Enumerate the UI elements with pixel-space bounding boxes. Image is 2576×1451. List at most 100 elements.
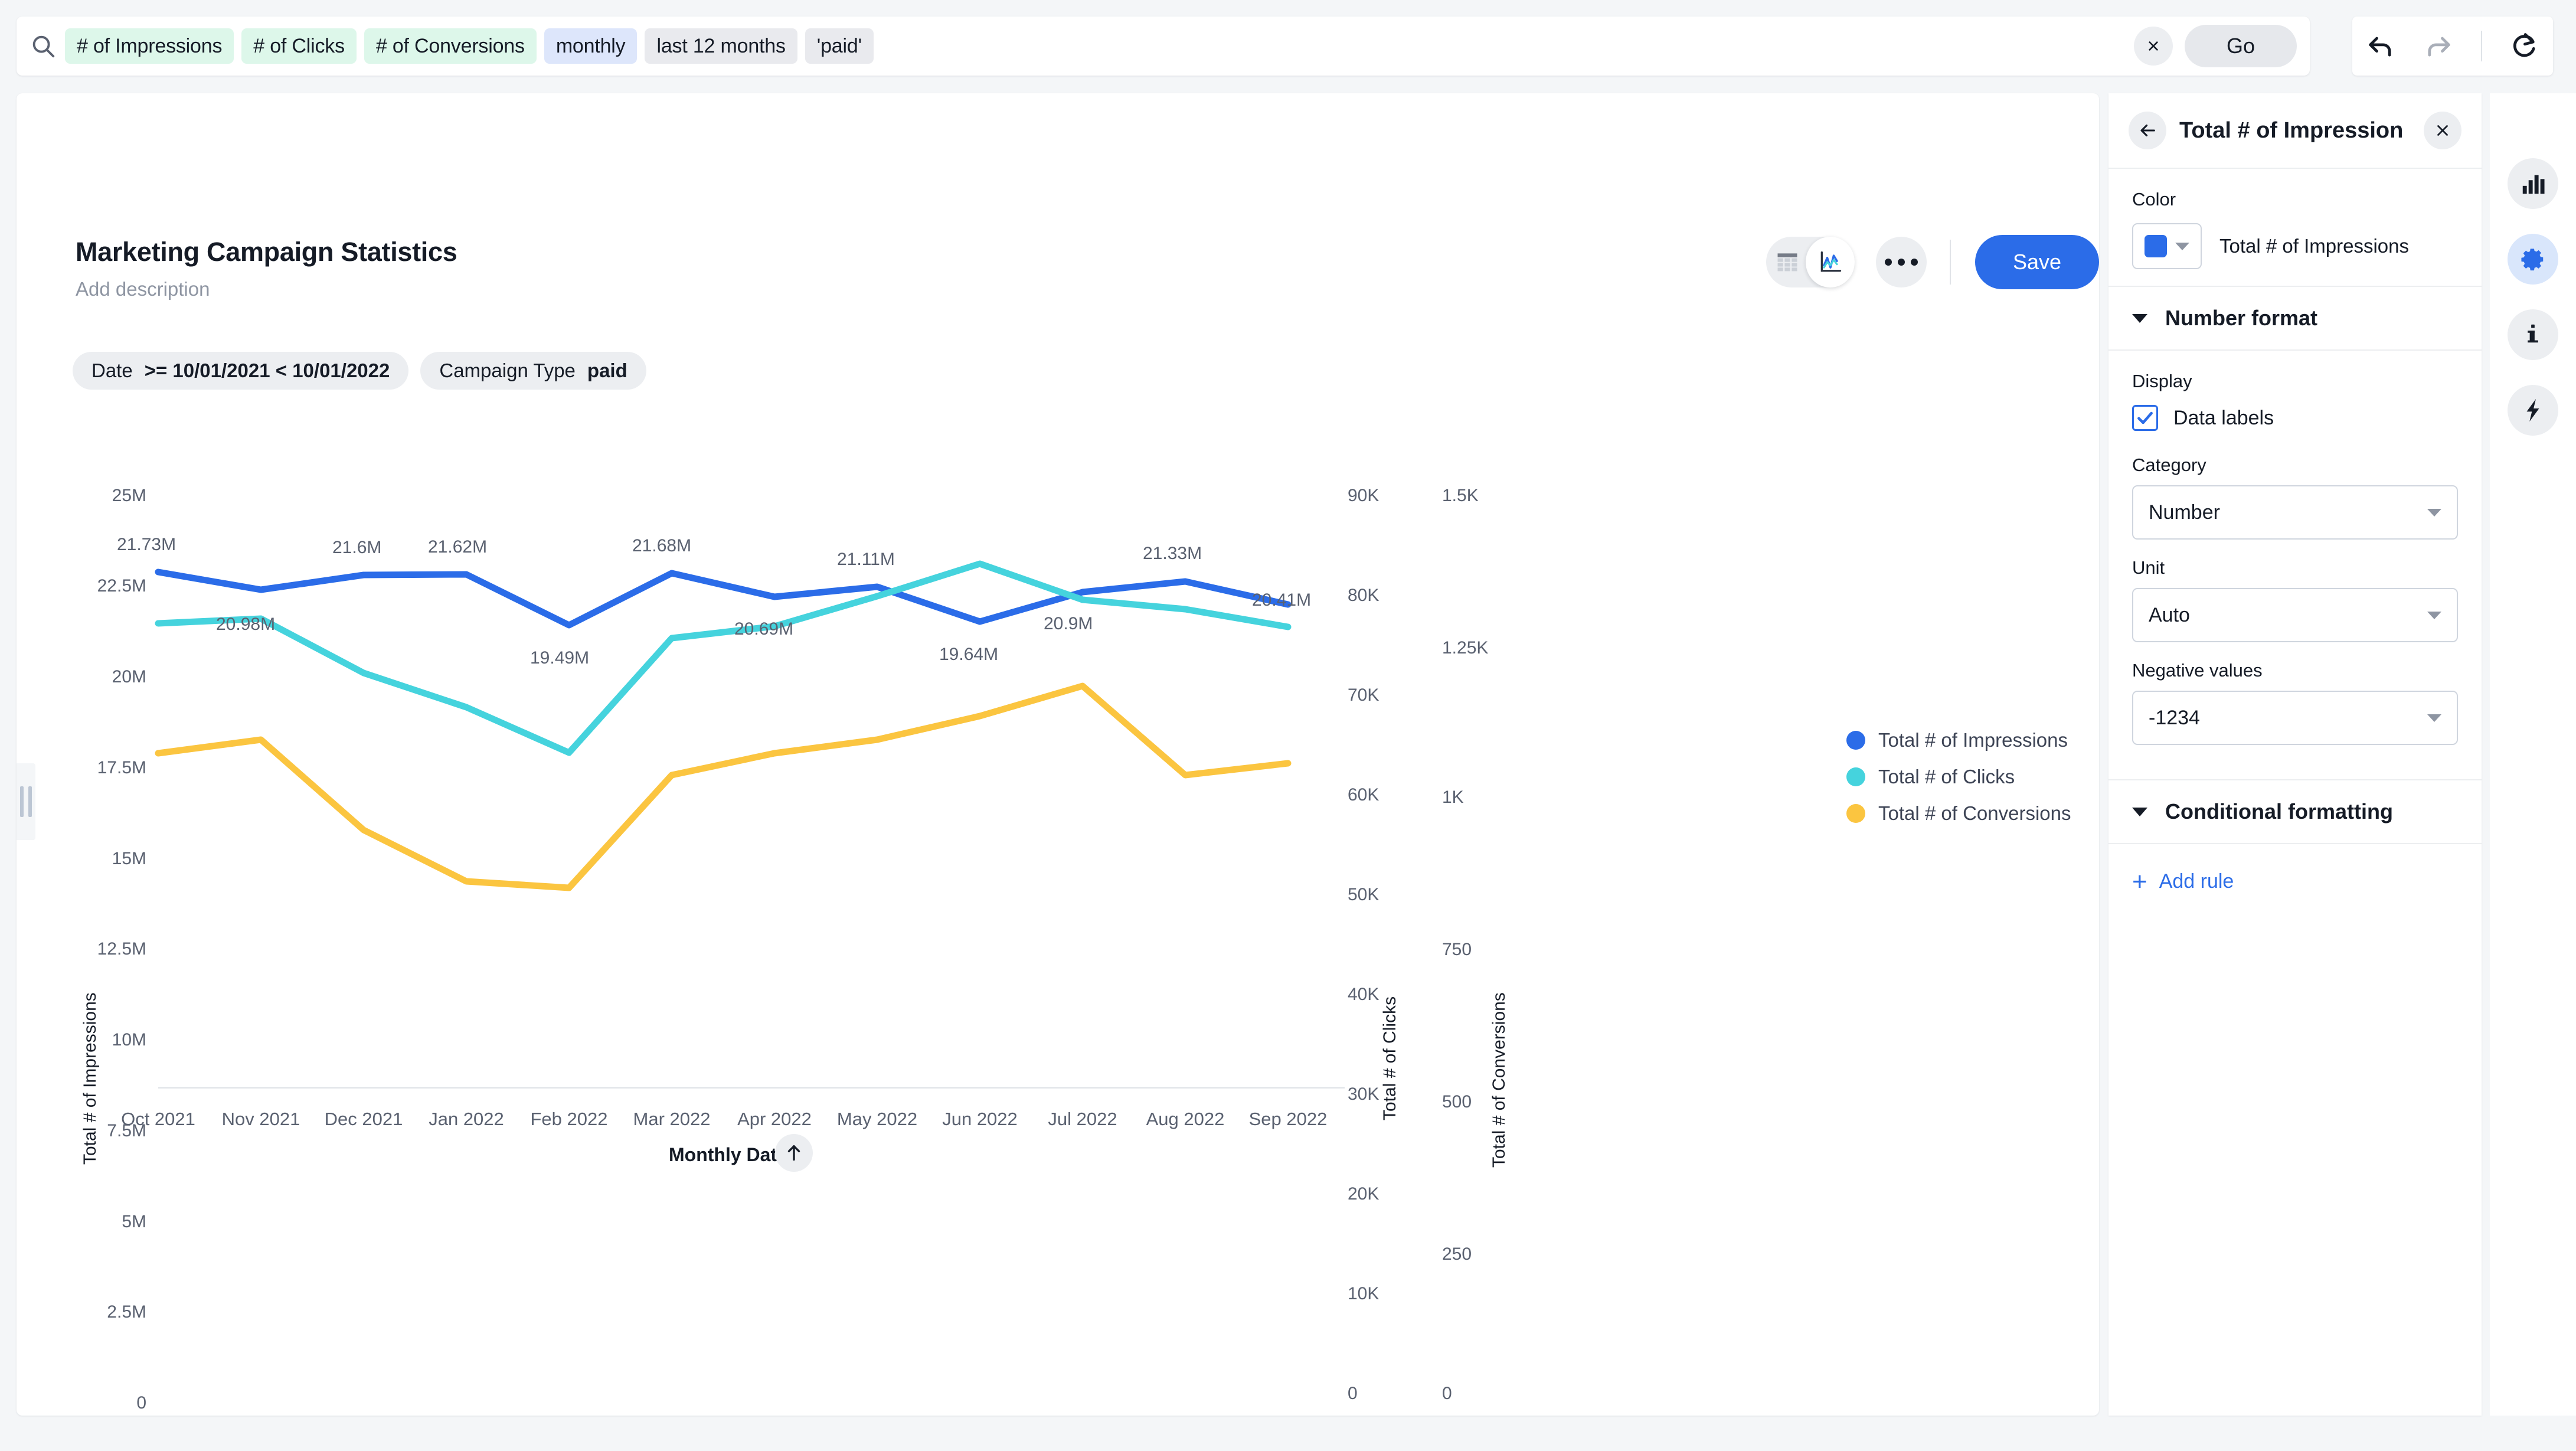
category-value: Number	[2149, 501, 2220, 524]
chevron-down-icon-category	[2427, 508, 2441, 517]
chevron-down-icon-number-format	[2132, 313, 2147, 323]
accordion-conditional-formatting[interactable]: Conditional formatting	[2108, 779, 2482, 844]
color-section-label: Color	[2132, 189, 2176, 210]
category-field: Category Number	[2132, 455, 2458, 540]
chevron-down-icon-negative	[2427, 714, 2441, 722]
filter-chip-date-label: Date	[91, 360, 133, 381]
search-token-monthly[interactable]: monthly	[544, 28, 638, 64]
plus-icon: +	[2132, 867, 2147, 896]
go-button[interactable]: Go	[2185, 25, 2297, 67]
negative-values-label: Negative values	[2132, 660, 2263, 681]
search-token-clicks[interactable]: # of Clicks	[241, 28, 357, 64]
color-swatch	[2145, 235, 2167, 257]
x-tick-0: Oct 2021	[121, 1109, 195, 1129]
data-label-impressions-0: 21.73M	[117, 535, 176, 554]
accordion-number-format[interactable]: Number format	[2108, 286, 2482, 351]
search-token-conversions[interactable]: # of Conversions	[364, 28, 537, 64]
data-labels-row[interactable]: Data labels	[2132, 405, 2458, 431]
undo-icon[interactable]	[2365, 31, 2396, 61]
x-tick-8: Jun 2022	[942, 1109, 1018, 1129]
chart-area: 25M 22.5M 20M 17.5M 15M 12.5M 10M 7.5M 5…	[17, 400, 2099, 1416]
x-tick-9: Jul 2022	[1048, 1109, 1117, 1129]
gear-icon[interactable]	[2508, 234, 2558, 285]
negative-values-select[interactable]: -1234	[2132, 691, 2458, 745]
filter-chip-date[interactable]: Date >= 10/01/2021 < 10/01/2022	[73, 352, 409, 390]
bar-chart-icon[interactable]	[2508, 158, 2558, 209]
unit-label: Unit	[2132, 557, 2165, 578]
search-bar[interactable]: # of Impressions # of Clicks # of Conver…	[17, 17, 2310, 76]
accordion-title-conditional: Conditional formatting	[2165, 799, 2393, 823]
x-tick-7: May 2022	[836, 1109, 918, 1129]
table-view-icon[interactable]	[1766, 237, 1809, 287]
data-label-impressions-6: 20.69M	[734, 619, 794, 639]
x-tick-6: Apr 2022	[737, 1109, 812, 1129]
search-token-last-12-months[interactable]: last 12 months	[645, 28, 797, 64]
add-rule-label: Add rule	[2159, 870, 2234, 893]
data-labels-label: Data labels	[2173, 406, 2274, 429]
lightning-icon[interactable]	[2508, 385, 2558, 436]
settings-panel: Total # of Impression Color Total # of I…	[2108, 93, 2482, 1416]
chart-plot	[155, 560, 1292, 891]
filter-chip-date-value: >= 10/01/2021 < 10/01/2022	[144, 360, 390, 381]
reset-icon[interactable]	[2509, 31, 2540, 61]
chart-card: Marketing Campaign Statistics Add descri…	[17, 93, 2099, 1416]
x-tick-4: Feb 2022	[530, 1109, 608, 1129]
category-label: Category	[2132, 455, 2206, 475]
page-title[interactable]: Marketing Campaign Statistics	[76, 237, 457, 267]
search-token-impressions[interactable]: # of Impressions	[65, 28, 234, 64]
chevron-down-icon	[2175, 242, 2189, 250]
chevron-down-icon-conditional	[2132, 807, 2147, 816]
data-label-impressions-5: 21.68M	[632, 536, 692, 555]
x-tick-1: Nov 2021	[221, 1109, 300, 1129]
toolbar-divider	[2481, 31, 2482, 61]
search-token-paid[interactable]: 'paid'	[805, 28, 874, 64]
x-tick-5: Mar 2022	[633, 1109, 711, 1129]
panel-header: Total # of Impression	[2108, 93, 2482, 168]
description-placeholder[interactable]: Add description	[76, 278, 210, 300]
filter-chip-campaign-type-value: paid	[587, 360, 627, 381]
data-labels-checkbox[interactable]	[2132, 405, 2158, 431]
negative-values-field: Negative values -1234	[2132, 660, 2458, 745]
chevron-down-icon-unit	[2427, 611, 2441, 619]
data-label-impressions-11: 20.41M	[1252, 590, 1312, 610]
back-arrow-icon[interactable]	[2129, 112, 2166, 149]
filter-chip-campaign-type[interactable]: Campaign Type paid	[420, 352, 646, 390]
x-axis-line	[158, 1087, 1345, 1089]
accordion-title-number-format: Number format	[2165, 306, 2318, 330]
x-tick-10: Aug 2022	[1146, 1109, 1225, 1129]
save-button[interactable]: Save	[1975, 235, 2099, 289]
color-section: Color Total # of Impressions	[2108, 169, 2482, 286]
more-options-icon[interactable]	[1876, 237, 1927, 287]
toolbar-divider-2	[1950, 240, 1951, 285]
data-label-impressions-4: 19.49M	[530, 648, 590, 668]
data-label-impressions-1: 20.98M	[216, 615, 276, 634]
filter-chip-list: Date >= 10/01/2021 < 10/01/2022 Campaign…	[73, 352, 646, 390]
unit-select[interactable]: Auto	[2132, 588, 2458, 642]
data-label-impressions-2: 21.6M	[332, 538, 382, 557]
history-toolbar	[2352, 17, 2553, 76]
info-icon[interactable]	[2508, 309, 2558, 360]
view-toggle-group	[1766, 237, 1855, 287]
category-select[interactable]: Number	[2132, 485, 2458, 540]
display-label: Display	[2132, 371, 2192, 391]
filter-chip-campaign-type-label: Campaign Type	[439, 360, 576, 381]
icon-rail	[2490, 93, 2576, 1416]
panel-title: Total # of Impression	[2179, 117, 2404, 143]
x-tick-2: Dec 2021	[324, 1109, 403, 1129]
top-bar: # of Impressions # of Clicks # of Conver…	[0, 0, 2576, 91]
series-line-clicks	[155, 560, 1292, 756]
chart-view-icon[interactable]	[1806, 237, 1855, 287]
series-line-conversions	[155, 682, 1292, 891]
number-format-body: Display Data labels Category Number Unit…	[2108, 351, 2482, 779]
add-rule-button[interactable]: + Add rule	[2108, 844, 2482, 919]
clear-search-button[interactable]: ×	[2134, 27, 2173, 66]
x-tick-3: Jan 2022	[429, 1109, 504, 1129]
close-icon[interactable]	[2424, 112, 2461, 149]
redo-icon[interactable]	[2423, 31, 2454, 61]
data-label-impressions-10: 21.33M	[1143, 544, 1202, 563]
data-label-impressions-3: 21.62M	[428, 537, 488, 557]
sort-ascending-icon[interactable]	[775, 1134, 813, 1172]
color-picker-button[interactable]	[2132, 223, 2202, 269]
unit-value: Auto	[2149, 603, 2190, 626]
negative-values-value: -1234	[2149, 706, 2200, 729]
